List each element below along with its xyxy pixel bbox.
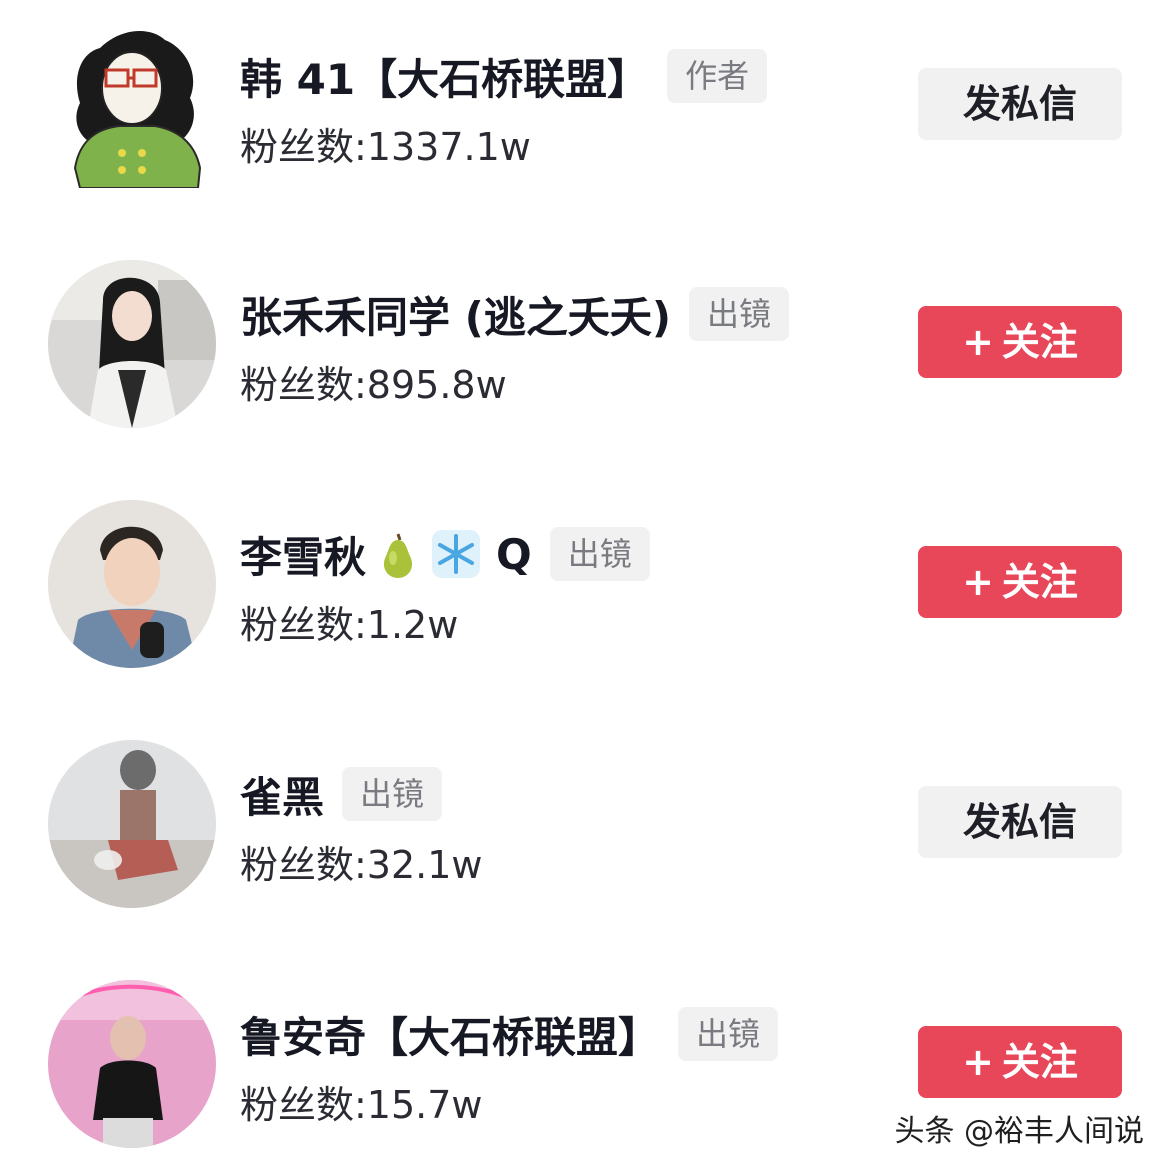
user-row-3[interactable]: 李雪秋 Q 出镜 粉丝数:1.2w + 关注 (0, 500, 1170, 670)
user-row-4[interactable]: 雀黑 出镜 粉丝数:32.1w 发私信 (0, 740, 1170, 910)
user-name[interactable]: 韩 41【大石桥联盟】 (240, 46, 649, 107)
fans-count: 粉丝数:1337.1w (240, 125, 531, 169)
pear-emoji-icon (372, 528, 424, 580)
name-line: 韩 41【大石桥联盟】 作者 (240, 44, 768, 108)
follow-button[interactable]: + 关注 (918, 546, 1122, 618)
watermark: 头条 @裕丰人间说 (894, 1114, 1144, 1149)
name-line: 张禾禾同学 (逃之夭夭) 出镜 (240, 282, 790, 346)
snowflake-emoji-icon (430, 528, 482, 580)
faded-child-photo-avatar[interactable] (48, 740, 216, 908)
role-tag-appearance: 出镜 (549, 527, 650, 581)
plus-icon: + (962, 320, 994, 364)
send-message-button[interactable]: 发私信 (918, 68, 1122, 140)
fans-count: 粉丝数:1.2w (240, 603, 459, 647)
fans-count: 粉丝数:32.1w (240, 843, 483, 887)
name-line: 鲁安奇【大石桥联盟】 出镜 (240, 1002, 779, 1066)
send-message-label: 发私信 (962, 800, 1077, 844)
name-suffix: Q (496, 529, 532, 579)
fans-count: 粉丝数:15.7w (240, 1083, 483, 1127)
follow-label: 关注 (1001, 320, 1078, 364)
user-row-2[interactable]: 张禾禾同学 (逃之夭夭) 出镜 粉丝数:895.8w + 关注 (0, 260, 1170, 430)
follow-label: 关注 (1001, 1040, 1078, 1084)
role-tag-appearance: 出镜 (678, 1007, 779, 1061)
plus-icon: + (962, 1040, 994, 1084)
name-line: 雀黑 出镜 (240, 762, 443, 826)
role-tag-author: 作者 (667, 49, 768, 103)
young-man-microphone-avatar[interactable] (48, 500, 216, 668)
green-coat-cartoon-avatar[interactable] (60, 18, 210, 188)
user-name[interactable]: 李雪秋 (240, 524, 366, 585)
role-tag-appearance: 出镜 (689, 287, 790, 341)
role-tag-appearance: 出镜 (342, 767, 443, 821)
man-pink-neon-avatar[interactable] (48, 980, 216, 1148)
send-message-button[interactable]: 发私信 (918, 786, 1122, 858)
user-list: 韩 41【大石桥联盟】 作者 粉丝数:1337.1w 发私信 张禾禾同学 (逃之… (0, 0, 1170, 1170)
woman-photo-avatar[interactable] (48, 260, 216, 428)
fans-count: 粉丝数:895.8w (240, 363, 507, 407)
name-line: 李雪秋 Q 出镜 (240, 522, 650, 586)
follow-label: 关注 (1001, 560, 1078, 604)
follow-button[interactable]: + 关注 (918, 306, 1122, 378)
user-name[interactable]: 鲁安奇【大石桥联盟】 (240, 1004, 660, 1065)
user-name[interactable]: 张禾禾同学 (逃之夭夭) (240, 284, 671, 345)
follow-button[interactable]: + 关注 (918, 1026, 1122, 1098)
plus-icon: + (962, 560, 994, 604)
send-message-label: 发私信 (962, 82, 1077, 126)
user-name[interactable]: 雀黑 (240, 764, 324, 825)
user-row-1[interactable]: 韩 41【大石桥联盟】 作者 粉丝数:1337.1w 发私信 (0, 22, 1170, 192)
